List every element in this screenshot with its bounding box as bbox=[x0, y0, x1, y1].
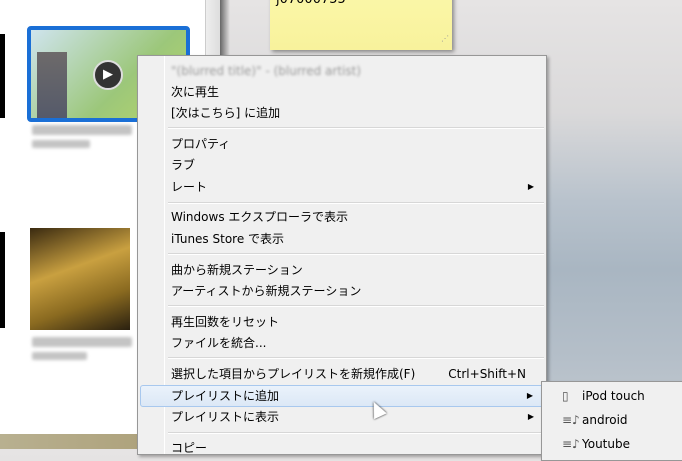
menu-separator bbox=[168, 127, 544, 129]
menu-item-label: ファイルを統合... bbox=[171, 336, 267, 350]
submenu-arrow-icon: ▶ bbox=[527, 182, 534, 191]
menu-item-label: 次に再生 bbox=[171, 85, 220, 99]
menu-item-reset-play-count[interactable]: 再生回数をリセット bbox=[140, 311, 544, 333]
sticky-note[interactable]: j07000755 ⋰ bbox=[270, 0, 452, 50]
thumbnail-edge bbox=[0, 232, 5, 328]
context-menu: "(blurred title)" - (blurred artist) 次に再… bbox=[137, 55, 547, 455]
menu-item-show-in-playlist[interactable]: プレイリストに表示 ▶ bbox=[140, 406, 544, 428]
menu-header-song: "(blurred title)" - (blurred artist) bbox=[171, 64, 361, 78]
menu-item-properties[interactable]: プロパティ bbox=[140, 133, 544, 155]
menu-item-station-from-artist[interactable]: アーティストから新規ステーション bbox=[140, 280, 544, 302]
menu-item-station-from-song[interactable]: 曲から新規ステーション bbox=[140, 259, 544, 281]
menu-separator bbox=[168, 305, 544, 307]
video-meta-blurred bbox=[32, 140, 90, 148]
submenu-arrow-icon: ▶ bbox=[527, 412, 534, 421]
menu-item-play-next[interactable]: 次に再生 bbox=[140, 81, 544, 103]
menu-item-label: 選択した項目からプレイリストを新規作成(F) bbox=[171, 367, 416, 381]
menu-separator bbox=[168, 432, 544, 434]
thumbnail-image bbox=[37, 52, 67, 118]
playlist-icon: ≡♪ bbox=[562, 437, 580, 451]
playlist-icon: ≡♪ bbox=[562, 413, 580, 427]
menu-item-label: [次はこちら] に追加 bbox=[171, 106, 281, 120]
menu-item-copy[interactable]: コピー bbox=[140, 437, 544, 459]
sticky-note-text: j07000755 bbox=[276, 0, 346, 7]
thumbnail-edge bbox=[0, 34, 5, 118]
playlist-submenu: ▯ iPod touch ≡♪ android ≡♪ Youtube bbox=[541, 381, 682, 461]
menu-item-show-in-store[interactable]: iTunes Store で表示 bbox=[140, 228, 544, 250]
menu-item-new-playlist-from-selection[interactable]: 選択した項目からプレイリストを新規作成(F) Ctrl+Shift+N bbox=[140, 363, 544, 385]
menu-item-label: コピー bbox=[171, 441, 208, 455]
menu-item-add-up-next[interactable]: [次はこちら] に追加 bbox=[140, 102, 544, 124]
video-meta-blurred bbox=[32, 352, 87, 360]
play-icon[interactable]: ▶ bbox=[93, 60, 123, 90]
submenu-item-label: android bbox=[582, 413, 628, 427]
submenu-item-label: iPod touch bbox=[582, 389, 645, 403]
menu-item-label: 曲から新規ステーション bbox=[171, 263, 303, 277]
menu-item-label: ラブ bbox=[171, 158, 196, 172]
menu-item-label: プレイリストに追加 bbox=[171, 389, 280, 403]
video-thumbnail[interactable] bbox=[30, 228, 130, 330]
menu-item-consolidate[interactable]: ファイルを統合... bbox=[140, 332, 544, 354]
video-title-blurred bbox=[32, 337, 132, 347]
menu-item-rating[interactable]: レート ▶ bbox=[140, 176, 544, 198]
menu-item-label: プレイリストに表示 bbox=[171, 410, 280, 424]
shortcut-label: Ctrl+Shift+N bbox=[448, 367, 526, 381]
submenu-arrow-icon: ▶ bbox=[526, 391, 533, 400]
resize-grip-icon[interactable]: ⋰ bbox=[441, 31, 449, 47]
menu-separator bbox=[168, 357, 544, 359]
video-title-blurred bbox=[32, 125, 132, 135]
menu-item-label: アーティストから新規ステーション bbox=[171, 284, 362, 298]
menu-item-show-in-explorer[interactable]: Windows エクスプローラで表示 bbox=[140, 206, 544, 228]
submenu-item-android[interactable]: ≡♪ android bbox=[542, 408, 682, 432]
menu-item-label: Windows エクスプローラで表示 bbox=[171, 210, 349, 224]
menu-item-add-to-playlist[interactable]: プレイリストに追加 ▶ bbox=[140, 385, 544, 407]
submenu-item-youtube[interactable]: ≡♪ Youtube bbox=[542, 432, 682, 456]
menu-item-label: レート bbox=[171, 180, 208, 194]
menu-item-label: 再生回数をリセット bbox=[171, 315, 280, 329]
menu-item-label: iTunes Store で表示 bbox=[171, 232, 285, 246]
menu-item-love[interactable]: ラブ bbox=[140, 154, 544, 176]
menu-separator bbox=[168, 202, 544, 204]
menu-item-label: プロパティ bbox=[171, 137, 231, 151]
device-icon: ▯ bbox=[562, 389, 569, 403]
menu-separator bbox=[168, 253, 544, 255]
submenu-item-ipod-touch[interactable]: ▯ iPod touch bbox=[542, 384, 682, 408]
